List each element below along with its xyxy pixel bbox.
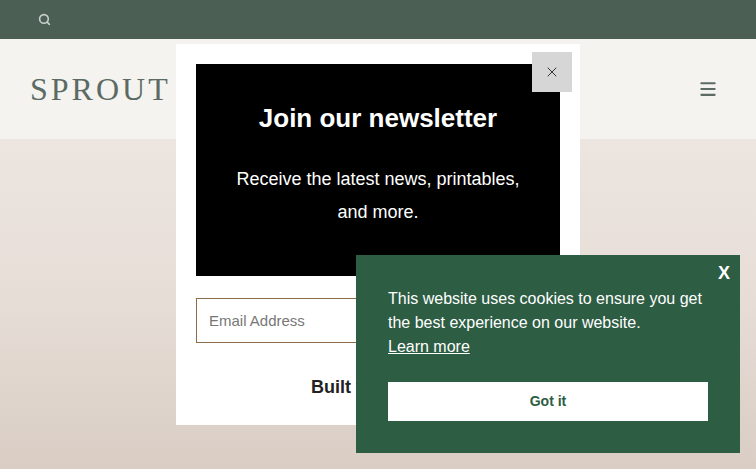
cookie-message: This website uses cookies to ensure you … <box>388 287 708 335</box>
newsletter-header: Join our newsletter Receive the latest ne… <box>196 64 560 276</box>
newsletter-description: Receive the latest news, printables, and… <box>220 163 536 229</box>
menu-icon[interactable] <box>698 79 718 99</box>
site-logo[interactable]: SPROUT <box>30 65 171 113</box>
close-icon <box>544 64 560 80</box>
newsletter-title: Join our newsletter <box>259 102 497 134</box>
page: SPROUT Join our newsletter Receive the lat… <box>0 0 756 469</box>
got-it-button[interactable]: Got it <box>388 382 708 421</box>
learn-more-link[interactable]: Learn more <box>388 335 470 359</box>
cookie-close-button[interactable]: X <box>718 261 730 285</box>
top-bar <box>0 0 756 39</box>
modal-close-button[interactable] <box>532 52 572 92</box>
cookie-banner: X This website uses cookies to ensure you… <box>356 255 740 453</box>
search-icon[interactable] <box>38 13 51 26</box>
